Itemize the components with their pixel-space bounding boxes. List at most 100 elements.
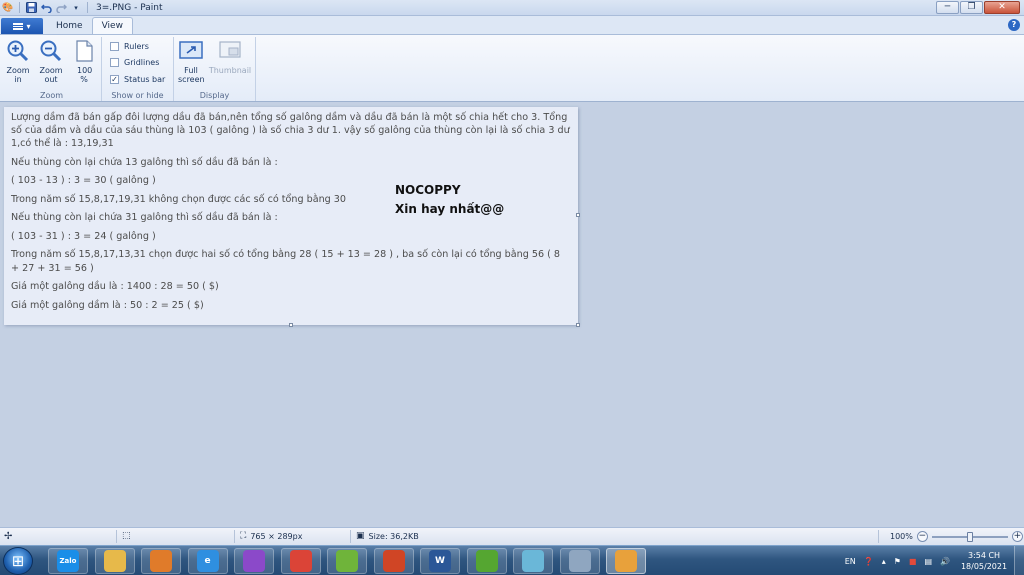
separator [234,530,235,543]
dimensions-text: 765 × 289px [250,531,303,541]
taskbar-coc-coc-button[interactable] [234,548,274,574]
dropdown-arrow-icon: ▾ [26,21,31,31]
separator [350,530,351,543]
clock-date: 18/05/2021 [960,562,1008,571]
taskbar-notepad-app-button[interactable] [513,548,553,574]
calculator-icon [568,550,591,572]
zoom-level: 100% [890,532,913,541]
close-button[interactable]: ✕ [984,1,1020,14]
taskbar-calculator-button[interactable] [559,548,600,574]
frog-app-icon [475,550,498,572]
taskbar-paint-button[interactable] [606,548,646,574]
powerpoint-app-icon [382,550,405,572]
text-paragraph: ( 103 - 31 ) : 3 = 24 ( galông ) [11,230,156,242]
window-title: 3=.PNG - Paint [96,2,163,13]
volume-icon[interactable]: 🔊 [940,557,950,566]
text-paragraph: Lượng dầm đã bán gấp đôi lượng dầu đã bá… [11,112,570,150]
gridlines-checkbox-box [110,58,119,67]
full-screen-icon [179,41,203,59]
paint-app-icon[interactable]: 🎨 [2,2,14,14]
internet-explorer-icon: e [196,550,219,572]
taskbar-internet-explorer-button[interactable]: e [187,548,228,574]
taskbar-chrome-button[interactable] [280,548,321,574]
text-paragraph: Giá một galông dầu là : 1400 : 28 = 50 (… [11,281,219,293]
customize-arrow-icon[interactable]: ▾ [70,2,82,14]
resize-handle-right[interactable] [576,213,580,217]
selection-icon: ⬚ [122,531,131,541]
tab-home[interactable]: Home [47,17,92,34]
zoom-group: Zoom in Zoom out 100 % Zoom [2,37,102,101]
zoom-controls: 100% − + [890,531,1023,542]
start-button[interactable] [3,547,33,575]
resize-handle-corner[interactable] [576,323,580,327]
taskbar-zalo-button[interactable]: Zalo [48,548,88,574]
taskbar-app-green-button[interactable] [327,548,367,574]
help-tray-icon[interactable]: ❓ [864,557,874,566]
taskbar-frog-app-button[interactable] [466,548,507,574]
undo-icon[interactable] [40,2,52,14]
save-icon[interactable] [25,2,37,14]
menu-icon [13,22,24,30]
separator [87,2,88,13]
selection-size: ⬚ [122,531,131,541]
workspace[interactable]: Lượng dầm đã bán gấp đôi lượng dầu đã bá… [0,103,1024,527]
thumbnail-icon [219,41,241,58]
zoom-out-button[interactable]: Zoom out [37,39,65,84]
taskbar-powerpoint-app-button[interactable] [373,548,414,574]
redo-icon[interactable] [55,2,67,14]
clock-time: 3:54 CH [967,551,1001,560]
status-bar-checkbox[interactable]: ✓ Status bar [110,75,165,84]
flag-icon[interactable]: ⚑ [894,557,901,566]
coc-coc-icon [243,550,265,572]
thumbnail-button[interactable]: Thumbnail [208,39,252,75]
tab-view[interactable]: View [91,17,133,34]
zoom-out-small-button[interactable]: − [916,531,928,542]
text-paragraph: Trong năm số 15,8,17,13,31 chọn được hai… [11,249,561,274]
text-paragraph: Giá một galông dầm là : 50 : 2 = 25 ( $) [11,299,204,311]
zoom-slider-thumb[interactable] [966,531,973,542]
page-icon [76,40,93,62]
show-hide-group: Rulers Gridlines ✓ Status bar Show or hi… [102,37,174,101]
show-hide-group-label: Show or hide [111,91,164,100]
zoom-100-button[interactable]: 100 % [70,39,98,84]
paint-icon [615,550,637,572]
zalo-icon: Zalo [57,550,79,572]
zoom-group-label: Zoom [39,91,64,100]
full-screen-button[interactable]: Full screen [177,39,205,84]
help-icon[interactable]: ? [1008,19,1020,31]
status-bar-label: Status bar [124,75,166,84]
rulers-checkbox[interactable]: Rulers [110,42,149,51]
zoom-slider[interactable] [931,531,1008,542]
antivirus-icon[interactable]: ■ [909,557,917,566]
system-tray: EN ❓ ▴ ⚑ ■ ▤ 🔊 3:54 CH 18/05/2021 [841,546,1024,575]
gridlines-label: Gridlines [124,58,160,67]
language-indicator[interactable]: EN [845,557,856,566]
show-desktop-button[interactable] [1014,546,1024,575]
clock[interactable]: 3:54 CH 18/05/2021 [954,550,1014,572]
minimize-button[interactable]: ─ [936,1,959,14]
resize-handle-bottom[interactable] [289,323,293,327]
rulers-label: Rulers [124,42,149,51]
file-menu-button[interactable]: ▾ [1,18,43,34]
zoom-in-small-button[interactable]: + [1011,531,1023,542]
canvas-image[interactable]: Lượng dầm đã bán gấp đôi lượng dầu đã bá… [4,107,578,325]
zoom-100-label: 100 % [77,66,93,84]
taskbar: Zalo e W EN ❓ ▴ ⚑ ■ ▤ 🔊 3:54 CH 18/05/2021 [0,545,1024,575]
window-controls: ─ ❐ ✕ [936,1,1020,14]
word-icon: W [429,550,451,572]
text-paragraph: Nếu thùng còn lại chứa 13 galông thì số … [11,156,278,168]
zoom-out-icon [40,40,62,62]
taskbar-file-explorer-button[interactable] [94,548,135,574]
network-icon[interactable]: ▤ [924,557,932,566]
notepad-app-icon [522,550,544,572]
show-hidden-icons-icon[interactable]: ▴ [882,557,886,566]
check-icon: ✓ [110,75,119,84]
taskbar-media-player-button[interactable] [141,548,181,574]
maximize-button[interactable]: ❐ [960,1,983,14]
gridlines-checkbox[interactable]: Gridlines [110,58,159,67]
watermark-text: NOCOPPY Xin hay nhất@@ [395,181,504,219]
rulers-checkbox-box [110,42,119,51]
separator [878,530,879,543]
zoom-in-button[interactable]: Zoom in [4,39,32,84]
taskbar-word-button[interactable]: W [420,548,460,574]
